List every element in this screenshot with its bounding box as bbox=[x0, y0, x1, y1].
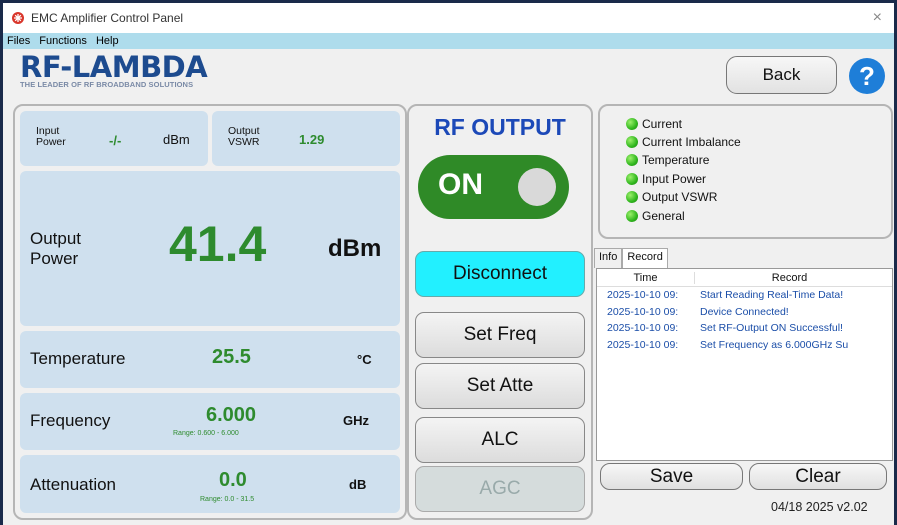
frequency-unit: GHz bbox=[343, 413, 369, 428]
column-header-record[interactable]: Record bbox=[694, 271, 884, 284]
attenuation-card: Attenuation 0.0 Range: 0.0 - 31.5 dB bbox=[20, 455, 400, 513]
frequency-card: Frequency 6.000 Range: 0.600 - 6.000 GHz bbox=[20, 393, 400, 450]
status-output-vswr: Output VSWR bbox=[626, 189, 717, 205]
temperature-unit: °C bbox=[357, 352, 372, 367]
attenuation-value: 0.0 bbox=[219, 469, 247, 491]
attenuation-label: Attenuation bbox=[30, 475, 117, 494]
status-led-icon bbox=[626, 210, 638, 222]
table-row[interactable]: 2025-10-10 09: Device Connected! bbox=[597, 304, 892, 321]
table-row[interactable]: 2025-10-10 09: Set Frequency as 6.000GHz… bbox=[597, 337, 892, 354]
frequency-value: 6.000 bbox=[206, 404, 257, 426]
table-row[interactable]: 2025-10-10 09: Set RF-Output ON Successf… bbox=[597, 320, 892, 337]
record-table[interactable]: Time Record 2025-10-10 09: Start Reading… bbox=[596, 268, 893, 461]
output-vswr-value: 1.29 bbox=[299, 132, 325, 147]
menu-functions[interactable]: Functions bbox=[39, 35, 87, 47]
temperature-value: 25.5 bbox=[212, 346, 251, 368]
help-icon[interactable]: ? bbox=[849, 58, 885, 94]
status-led-icon bbox=[626, 173, 638, 185]
rf-output-toggle[interactable]: ON bbox=[418, 155, 569, 219]
row-record: Set RF-Output ON Successful! bbox=[700, 322, 843, 335]
window-title: EMC Amplifier Control Panel bbox=[31, 11, 184, 25]
menu-files[interactable]: Files bbox=[7, 35, 30, 47]
toggle-knob bbox=[518, 168, 556, 206]
back-button[interactable]: Back bbox=[726, 56, 837, 94]
status-input-power: Input Power bbox=[626, 171, 706, 187]
status-led-icon bbox=[626, 136, 638, 148]
status-led-icon bbox=[626, 154, 638, 166]
row-time: 2025-10-10 09: bbox=[607, 338, 679, 351]
disconnect-button[interactable]: Disconnect bbox=[415, 251, 585, 297]
status-led-icon bbox=[626, 191, 638, 203]
output-power-card: Output Power 41.4 dBm bbox=[20, 171, 400, 326]
log-tabs: Info Record bbox=[594, 248, 668, 269]
output-vswr-card: Output VSWR 1.29 bbox=[212, 111, 400, 166]
rf-output-title: RF OUTPUT bbox=[434, 114, 566, 140]
brand-logo: RF-LAMBDA THE LEADER OF RF BROADBAND SOL… bbox=[20, 50, 208, 89]
output-power-label: Output Power bbox=[30, 229, 82, 268]
tab-record[interactable]: Record bbox=[622, 248, 668, 269]
status-temperature: Temperature bbox=[626, 152, 709, 168]
input-power-unit: dBm bbox=[163, 132, 190, 147]
table-row[interactable]: 2025-10-10 09: Start Reading Real-Time D… bbox=[597, 287, 892, 304]
temperature-label: Temperature bbox=[30, 349, 126, 368]
menu-help[interactable]: Help bbox=[96, 35, 119, 47]
frequency-label: Frequency bbox=[30, 411, 111, 430]
menu-bar: Files Functions Help bbox=[3, 33, 894, 49]
set-atte-button[interactable]: Set Atte bbox=[415, 363, 585, 409]
alc-button[interactable]: ALC bbox=[415, 417, 585, 463]
app-icon bbox=[12, 12, 24, 24]
clear-button[interactable]: Clear bbox=[749, 463, 887, 490]
title-bar: EMC Amplifier Control Panel × bbox=[3, 3, 894, 33]
row-time: 2025-10-10 09: bbox=[607, 305, 679, 318]
status-general: General bbox=[626, 208, 685, 224]
output-vswr-label: Output VSWR bbox=[228, 125, 260, 148]
status-led-icon bbox=[626, 118, 638, 130]
output-power-value: 41.4 bbox=[169, 216, 267, 272]
output-power-unit: dBm bbox=[328, 235, 382, 262]
input-power-label: Input Power bbox=[36, 125, 66, 148]
logo-tagline: THE LEADER OF RF BROADBAND SOLUTIONS bbox=[20, 80, 194, 89]
agc-button[interactable]: AGC bbox=[415, 466, 585, 512]
row-record: Device Connected! bbox=[700, 305, 789, 318]
row-time: 2025-10-10 09: bbox=[607, 322, 679, 335]
tab-info[interactable]: Info bbox=[594, 248, 623, 268]
row-time: 2025-10-10 09: bbox=[607, 289, 679, 302]
status-current-imbalance: Current Imbalance bbox=[626, 134, 741, 150]
record-table-header: Time Record bbox=[597, 269, 892, 287]
save-button[interactable]: Save bbox=[600, 463, 743, 490]
close-icon[interactable]: × bbox=[873, 9, 882, 27]
attenuation-unit: dB bbox=[349, 477, 367, 492]
input-power-value: -/- bbox=[109, 133, 122, 148]
attenuation-range: Range: 0.0 - 31.5 bbox=[200, 496, 255, 503]
frequency-range: Range: 0.600 - 6.000 bbox=[173, 430, 239, 437]
logo-text: RF-LAMBDA bbox=[20, 50, 208, 84]
set-freq-button[interactable]: Set Freq bbox=[415, 312, 585, 358]
row-record: Set Frequency as 6.000GHz Su bbox=[700, 338, 849, 351]
temperature-card: Temperature 25.5 °C bbox=[20, 331, 400, 388]
column-header-time[interactable]: Time bbox=[597, 272, 694, 284]
rf-output-state: ON bbox=[438, 168, 483, 201]
version-label: 04/18 2025 v2.02 bbox=[771, 500, 868, 514]
row-record: Start Reading Real-Time Data! bbox=[700, 289, 844, 302]
input-power-card: Input Power -/- dBm bbox=[20, 111, 208, 166]
status-current: Current bbox=[626, 116, 682, 132]
